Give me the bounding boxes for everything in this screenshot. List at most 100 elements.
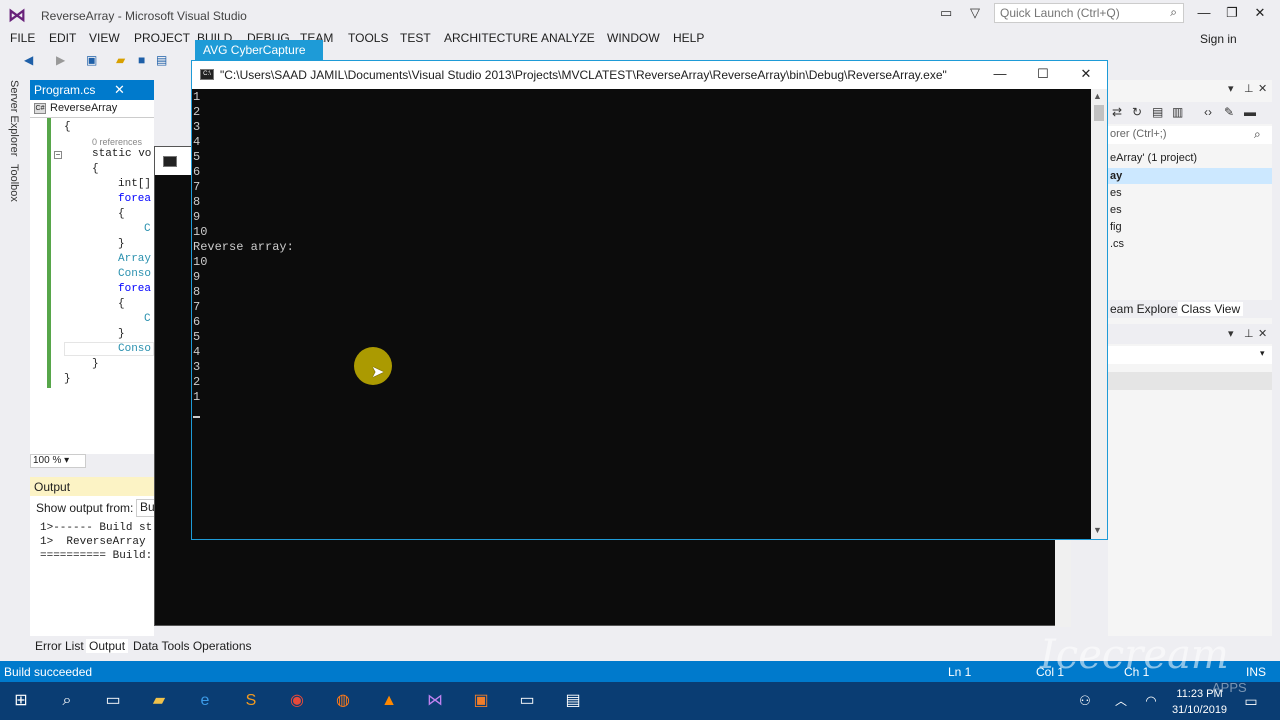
tab-class-view[interactable]: Class View: [1178, 302, 1244, 316]
scroll-down-icon[interactable]: ▼: [1093, 525, 1102, 535]
dropdown-icon[interactable]: ▾: [1228, 327, 1234, 340]
task-view-icon[interactable]: ▭: [102, 690, 124, 712]
visual-studio-taskbar-icon[interactable]: ⋈: [424, 690, 446, 712]
close-icon[interactable]: ✕: [1258, 82, 1267, 95]
chevron-up-icon[interactable]: ︿: [1110, 690, 1132, 712]
dropdown-icon[interactable]: ▾: [1228, 82, 1234, 95]
close-icon[interactable]: ✕: [1074, 66, 1098, 82]
console-window[interactable]: C:\ "C:\Users\SAAD JAMIL\Documents\Visua…: [191, 60, 1108, 540]
pin-icon[interactable]: ⊥: [1244, 327, 1254, 340]
people-icon[interactable]: ⚇: [1074, 690, 1096, 712]
console-line: 6: [193, 165, 201, 179]
console-title: "C:\Users\SAAD JAMIL\Documents\Visual St…: [220, 68, 947, 82]
forward-icon[interactable]: ▶: [56, 53, 65, 67]
search-icon[interactable]: ⌕: [56, 690, 78, 712]
back-icon[interactable]: ◀: [24, 53, 33, 67]
show-all-files-icon[interactable]: ▥: [1172, 105, 1183, 119]
tab-error-list[interactable]: Error List: [32, 639, 87, 653]
csharp-project-icon: C#: [34, 103, 46, 114]
console-scrollbar[interactable]: ▲ ▼: [1091, 89, 1107, 539]
menu-edit[interactable]: EDIT: [49, 31, 76, 45]
navigation-bar[interactable]: C# ReverseArray: [30, 100, 154, 118]
menu-file[interactable]: FILE: [10, 31, 35, 45]
console-output[interactable]: 1 2 3 4 5 6 7 8 9 10 Reverse array: 10 9…: [192, 89, 1091, 539]
scroll-thumb[interactable]: [1094, 105, 1104, 121]
tab-program-cs[interactable]: Program.cs: [34, 83, 95, 97]
tab-team-explorer[interactable]: eam Explorer: [1110, 302, 1181, 316]
zoom-level-select[interactable]: 100 % ▾: [30, 454, 86, 468]
window-title: ReverseArray - Microsoft Visual Studio: [41, 9, 247, 23]
chrome-icon[interactable]: ◉: [286, 690, 308, 712]
collapse-all-icon[interactable]: ▤: [1152, 105, 1163, 119]
app-icon[interactable]: ▣: [470, 690, 492, 712]
references-node[interactable]: es: [1110, 204, 1122, 216]
properties-header: ▾ ⊥ ✕: [1108, 324, 1272, 344]
wifi-icon[interactable]: ◠: [1140, 690, 1162, 712]
minimize-icon[interactable]: —: [1194, 5, 1214, 20]
tab-data-tools-operations[interactable]: Data Tools Operations: [130, 639, 255, 653]
menu-architecture[interactable]: ARCHITECTURE: [444, 31, 538, 45]
solution-search-box[interactable]: orer (Ctrl+;) ⌕: [1108, 126, 1272, 144]
app-config-node[interactable]: fig: [1110, 221, 1122, 233]
code-line: {: [118, 208, 125, 220]
tab-output[interactable]: Output: [86, 639, 129, 653]
menu-view[interactable]: VIEW: [89, 31, 120, 45]
new-project-icon[interactable]: ▣: [86, 53, 97, 67]
close-icon[interactable]: ✕: [1258, 327, 1267, 340]
collapse-icon[interactable]: −: [54, 151, 62, 159]
minimize-icon[interactable]: —: [988, 66, 1012, 81]
sublime-icon[interactable]: S: [240, 690, 262, 712]
windows-start-icon[interactable]: ⊞: [10, 690, 32, 712]
menu-tools[interactable]: TOOLS: [348, 31, 388, 45]
console-line: Reverse array:: [193, 240, 294, 254]
output-source-select[interactable]: Bu: [136, 499, 156, 517]
feedback-icon[interactable]: ▽: [970, 5, 980, 21]
menu-project[interactable]: PROJECT: [134, 31, 190, 45]
console-app-icon[interactable]: ▤: [562, 690, 584, 712]
properties-icon[interactable]: ✎: [1224, 105, 1234, 119]
pin-icon[interactable]: ⊥: [1244, 82, 1254, 95]
maximize-icon[interactable]: ☐: [1031, 66, 1055, 82]
console-line: 9: [193, 270, 201, 284]
console-title-bar[interactable]: C:\ "C:\Users\SAAD JAMIL\Documents\Visua…: [192, 61, 1107, 89]
menu-help[interactable]: HELP: [673, 31, 704, 45]
scroll-up-icon[interactable]: ▲: [1093, 91, 1102, 101]
preview-icon[interactable]: ▬: [1244, 105, 1256, 119]
code-line: forea: [118, 193, 152, 205]
file-explorer-icon[interactable]: ▰: [148, 690, 170, 712]
refresh-icon[interactable]: ↻: [1132, 105, 1142, 119]
avg-cybercapture-badge[interactable]: AVG CyberCapture: [195, 40, 323, 60]
menu-window[interactable]: WINDOW: [607, 31, 660, 45]
sign-in-link[interactable]: Sign in: [1200, 32, 1237, 46]
toolbox-tab[interactable]: Toolbox: [8, 164, 20, 202]
server-explorer-tab[interactable]: Server Explorer: [8, 80, 20, 156]
search-icon[interactable]: ⌕: [1254, 127, 1261, 142]
notification-icon[interactable]: ▭: [940, 5, 952, 21]
open-folder-icon[interactable]: ▰: [116, 53, 125, 67]
references-codelens[interactable]: 0 references: [92, 137, 142, 147]
menu-analyze[interactable]: ANALYZE: [541, 31, 595, 45]
vlc-icon[interactable]: ▲: [378, 690, 400, 712]
properties-node[interactable]: es: [1110, 187, 1122, 199]
console-icon: C:\: [200, 69, 214, 80]
quick-launch-box[interactable]: ⌕: [994, 3, 1184, 23]
maximize-icon[interactable]: ❐: [1222, 5, 1242, 21]
project-node[interactable]: ay: [1110, 170, 1122, 182]
close-icon[interactable]: ✕: [1250, 5, 1270, 21]
solution-toolbar: ⇄ ↻ ▤ ▥ ‹› ✎ ▬: [1108, 102, 1272, 124]
solution-node[interactable]: eArray' (1 project): [1110, 152, 1197, 164]
sync-icon[interactable]: ⇄: [1112, 105, 1122, 119]
program-cs-node[interactable]: .cs: [1110, 238, 1124, 250]
quick-launch-input[interactable]: [995, 4, 1155, 22]
navigation-project-label: ReverseArray: [50, 102, 118, 114]
edge-icon[interactable]: e: [194, 690, 216, 712]
command-prompt-icon[interactable]: ▭: [516, 690, 538, 712]
save-all-icon[interactable]: ▤: [156, 53, 167, 67]
properties-object-select[interactable]: ▾: [1108, 346, 1272, 364]
search-icon[interactable]: ⌕: [1170, 5, 1177, 20]
view-code-icon[interactable]: ‹›: [1204, 105, 1212, 119]
menu-test[interactable]: TEST: [400, 31, 431, 45]
close-tab-icon[interactable]: ✕: [114, 82, 125, 98]
save-icon[interactable]: ■: [138, 53, 145, 67]
firefox-icon[interactable]: ◍: [332, 690, 354, 712]
